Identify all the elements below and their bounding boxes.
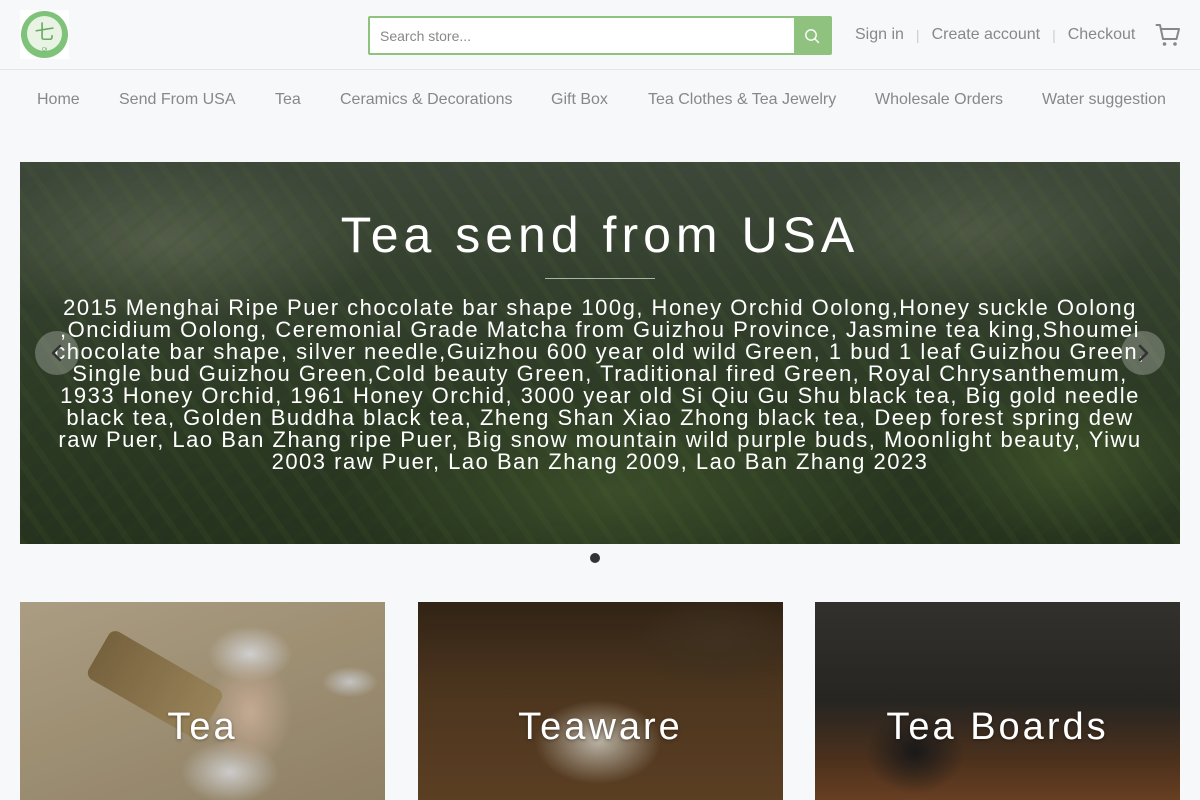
link-divider: |: [915, 27, 920, 43]
card-overlay: [418, 602, 783, 800]
main-nav: Home Send From USA Tea Ceramics & Decora…: [0, 71, 1200, 128]
nav-item-tea-clothes[interactable]: Tea Clothes & Tea Jewelry: [648, 91, 836, 109]
link-divider: |: [1052, 27, 1056, 43]
nav-item-wholesale[interactable]: Wholesale Orders: [875, 91, 1003, 109]
logo-badge: 七: [27, 16, 62, 51]
slider-prev-button[interactable]: [35, 331, 79, 375]
category-label: Tea: [167, 706, 238, 748]
slider-next-button[interactable]: [1121, 331, 1165, 375]
nav-item-tea[interactable]: Tea: [275, 91, 301, 109]
slider-dot[interactable]: [590, 553, 600, 563]
sign-in-link[interactable]: Sign in: [855, 26, 904, 44]
site-header: 七 Qi Sign in | Create account | Checkout: [0, 0, 1200, 70]
hero-divider: [545, 278, 655, 279]
category-card-teaware[interactable]: Teaware: [418, 602, 783, 800]
category-card-tea[interactable]: Tea: [20, 602, 385, 800]
nav-item-send-from-usa[interactable]: Send From USA: [119, 91, 235, 109]
search-input[interactable]: [370, 18, 796, 53]
card-overlay: [20, 602, 385, 800]
category-label: Tea Boards: [886, 706, 1109, 748]
chevron-right-icon: [1138, 344, 1149, 362]
hero-slide[interactable]: Tea send from USA 2015 Menghai Ripe Puer…: [20, 162, 1180, 544]
search-icon: [805, 28, 820, 43]
nav-item-water-suggestion[interactable]: Water suggestion: [1042, 91, 1166, 109]
nav-item-gift-box[interactable]: Gift Box: [551, 91, 608, 109]
store-logo[interactable]: 七 Qi: [20, 10, 69, 59]
cart-button[interactable]: [1155, 22, 1181, 48]
nav-item-home[interactable]: Home: [37, 91, 80, 109]
nav-item-ceramics[interactable]: Ceramics & Decorations: [340, 91, 513, 109]
cart-icon: [1155, 24, 1180, 46]
hero-description: 2015 Menghai Ripe Puer chocolate bar sha…: [54, 295, 1146, 474]
hero-title: Tea send from USA: [340, 207, 860, 263]
chevron-left-icon: [51, 344, 62, 362]
card-overlay: [815, 602, 1180, 800]
create-account-link[interactable]: Create account: [932, 26, 1041, 44]
checkout-link[interactable]: Checkout: [1068, 26, 1136, 44]
category-label: Teaware: [518, 706, 683, 748]
account-links: Sign in | Create account | Checkout: [855, 24, 1135, 46]
search-bar: [368, 16, 832, 55]
logo-glyph: 七: [34, 20, 55, 44]
category-card-tea-boards[interactable]: Tea Boards: [815, 602, 1180, 800]
logo-caption: Qi: [42, 47, 47, 53]
slider-pagination: [590, 553, 600, 563]
search-button[interactable]: [794, 18, 830, 53]
